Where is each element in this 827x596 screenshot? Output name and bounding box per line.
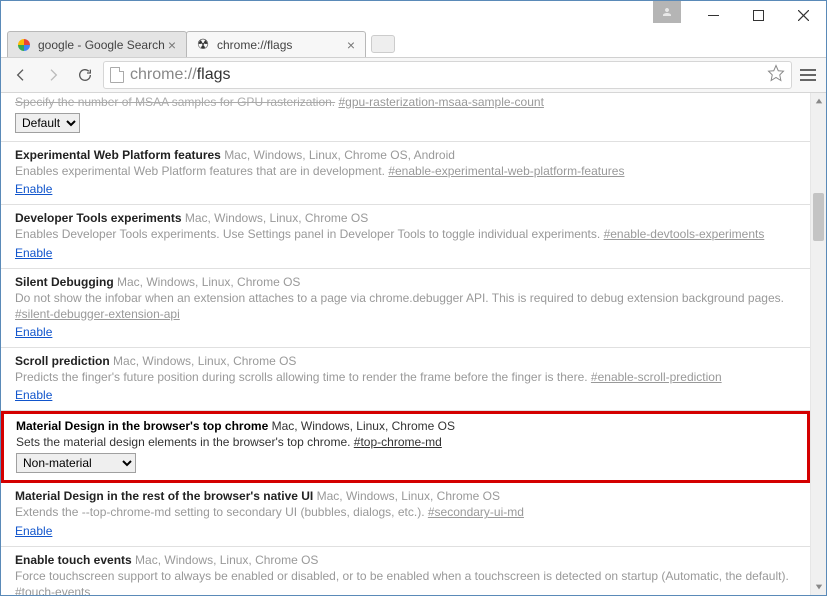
flag-hash-link[interactable]: #top-chrome-md (354, 435, 442, 449)
flag-top-chrome-md: Material Design in the browser's top chr… (1, 411, 810, 483)
flag-action-link[interactable]: Enable (15, 388, 52, 402)
new-tab-button[interactable] (371, 35, 395, 53)
scrollbar-thumb[interactable] (813, 193, 824, 241)
flag-hash-link[interactable]: #secondary-ui-md (428, 505, 524, 519)
flag-select[interactable]: Default (15, 113, 80, 133)
flag-hash-link[interactable]: #enable-scroll-prediction (591, 370, 722, 384)
page-content: Specify the number of MSAA samples for G… (1, 93, 826, 595)
flag-hash-link[interactable]: #touch-events (15, 585, 90, 595)
scrollbar[interactable] (810, 93, 826, 595)
tab-google-search[interactable]: google - Google Search × (7, 31, 187, 57)
flag-select[interactable]: Non-material (16, 453, 136, 473)
tab-strip: google - Google Search × chrome://flags … (1, 29, 826, 57)
tab-close-icon[interactable]: × (345, 37, 357, 53)
flag-action-link[interactable]: Enable (15, 325, 52, 339)
flag-hash-link[interactable]: #enable-experimental-web-platform-featur… (388, 164, 624, 178)
hamburger-menu-button[interactable] (796, 69, 820, 81)
flag-action-link[interactable]: Enable (15, 524, 52, 538)
window-titlebar (1, 1, 826, 29)
url-text: chrome://flags (130, 66, 230, 84)
forward-button[interactable] (39, 61, 67, 89)
flag-silent-debugging: Silent Debugging Mac, Windows, Linux, Ch… (1, 269, 810, 348)
radiation-favicon-icon (195, 37, 211, 53)
flag-msaa: Specify the number of MSAA samples for G… (1, 94, 810, 142)
flag-action-link[interactable]: Enable (15, 246, 52, 260)
tab-close-icon[interactable]: × (166, 37, 178, 53)
google-favicon-icon (18, 39, 30, 51)
browser-toolbar: chrome://flags (1, 57, 826, 93)
tab-title: chrome://flags (217, 38, 345, 52)
flags-list: Specify the number of MSAA samples for G… (1, 94, 810, 595)
bookmark-star-icon[interactable] (767, 64, 785, 87)
flag-hash-link[interactable]: #silent-debugger-extension-api (15, 307, 180, 321)
window-maximize-button[interactable] (736, 1, 781, 29)
window-minimize-button[interactable] (691, 1, 736, 29)
flag-experimental-web-platform: Experimental Web Platform features Mac, … (1, 142, 810, 205)
scroll-down-icon[interactable] (811, 579, 826, 595)
page-icon (110, 67, 124, 83)
flag-hash-link[interactable]: #gpu-rasterization-msaa-sample-count (338, 95, 543, 109)
flag-devtools-experiments: Developer Tools experiments Mac, Windows… (1, 205, 810, 268)
flag-action-link[interactable]: Enable (15, 182, 52, 196)
scroll-up-icon[interactable] (811, 93, 826, 109)
window-close-button[interactable] (781, 1, 826, 29)
address-bar[interactable]: chrome://flags (103, 61, 792, 89)
flag-hash-link[interactable]: #enable-devtools-experiments (604, 227, 765, 241)
flag-touch-events: Enable touch events Mac, Windows, Linux,… (1, 547, 810, 596)
tab-title: google - Google Search (38, 38, 166, 52)
flag-scroll-prediction: Scroll prediction Mac, Windows, Linux, C… (1, 348, 810, 411)
back-button[interactable] (7, 61, 35, 89)
profile-badge[interactable] (653, 1, 681, 23)
reload-button[interactable] (71, 61, 99, 89)
tab-chrome-flags[interactable]: chrome://flags × (186, 31, 366, 57)
flag-secondary-ui-md: Material Design in the rest of the brows… (1, 483, 810, 546)
